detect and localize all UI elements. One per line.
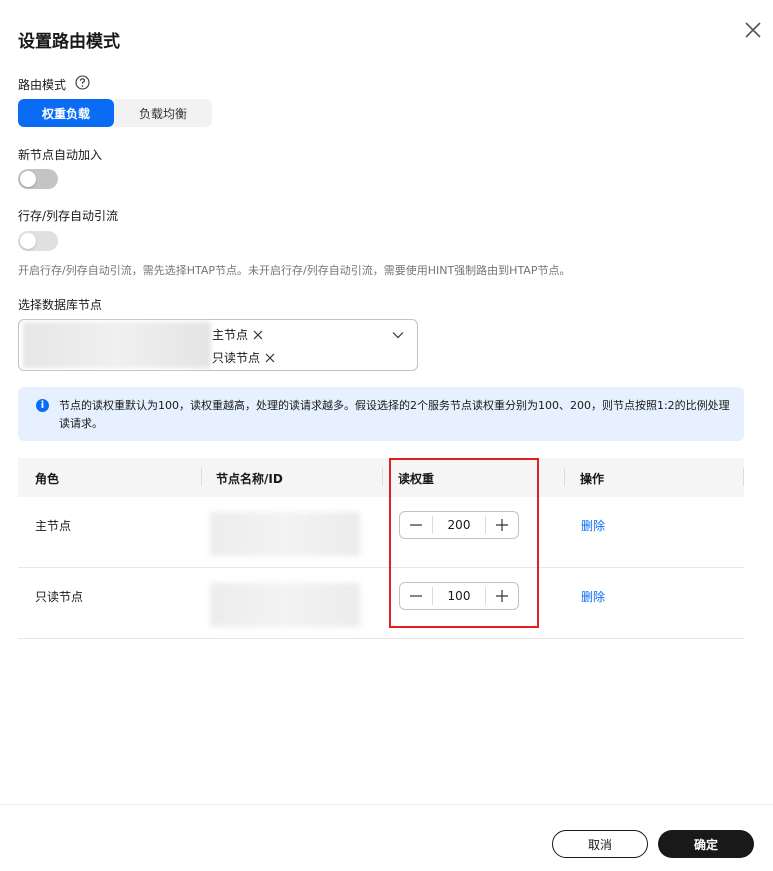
header-role: 角色 <box>35 472 60 486</box>
column-divider <box>201 468 202 486</box>
minus-icon <box>410 595 422 597</box>
increment-button[interactable] <box>486 583 518 609</box>
redacted-node-id <box>210 583 360 627</box>
footer-divider <box>0 804 773 805</box>
info-icon: i <box>36 399 49 412</box>
routing-mode-segmented: 权重负载 负载均衡 <box>18 99 212 127</box>
decrement-button[interactable] <box>400 583 432 609</box>
toggle-knob <box>20 233 36 249</box>
weight-table: 角色 节点名称/ID 读权重 操作 主节点 200 删除 只读节点 100 删除 <box>18 458 744 639</box>
htap-hint: 开启行存/列存自动引流，需先选择HTAP节点。未开启行存/列存自动引流，需要使用… <box>18 264 571 277</box>
column-divider <box>382 468 383 486</box>
plus-icon <box>496 519 508 531</box>
header-node-name: 节点名称/ID <box>216 472 283 486</box>
info-banner: i 节点的读权重默认为100，读权重越高，处理的读请求越多。假设选择的2个服务节… <box>18 387 744 441</box>
routing-mode-label: 路由模式 <box>18 78 67 92</box>
remove-tag-icon[interactable] <box>264 352 276 364</box>
weight-stepper: 200 <box>399 511 519 539</box>
mode-balanced-button[interactable]: 负载均衡 <box>114 99 212 127</box>
tag-label: 只读节点 <box>212 351 261 365</box>
weight-input[interactable]: 200 <box>432 516 486 534</box>
info-text: 节点的读权重默认为100，读权重越高，处理的读请求越多。假设选择的2个服务节点读… <box>59 399 730 430</box>
column-divider <box>564 468 565 486</box>
close-icon[interactable] <box>742 19 764 41</box>
cancel-button[interactable]: 取消 <box>552 830 648 858</box>
row-role: 只读节点 <box>35 590 84 604</box>
weight-stepper: 100 <box>399 582 519 610</box>
help-icon[interactable] <box>75 75 90 90</box>
tag-primary-node: 主节点 <box>212 326 264 343</box>
confirm-button[interactable]: 确定 <box>658 830 754 858</box>
column-divider <box>743 468 744 486</box>
dialog-title: 设置路由模式 <box>18 32 120 52</box>
increment-button[interactable] <box>486 512 518 538</box>
htap-routing-toggle[interactable] <box>18 231 58 251</box>
table-row: 主节点 200 删除 <box>18 497 744 568</box>
node-multiselect[interactable]: 主节点 只读节点 <box>18 319 418 371</box>
delete-link[interactable]: 删除 <box>581 588 605 605</box>
row-role: 主节点 <box>35 519 72 533</box>
auto-join-toggle[interactable] <box>18 169 58 189</box>
redacted-node-names <box>23 322 211 368</box>
header-action: 操作 <box>580 472 605 486</box>
table-header: 角色 节点名称/ID 读权重 操作 <box>18 458 744 497</box>
tag-label: 主节点 <box>212 328 249 342</box>
mode-weighted-button[interactable]: 权重负载 <box>18 99 114 127</box>
chevron-down-icon[interactable] <box>391 328 405 342</box>
toggle-knob <box>20 171 36 187</box>
delete-link[interactable]: 删除 <box>581 517 605 534</box>
weight-input[interactable]: 100 <box>432 587 486 605</box>
decrement-button[interactable] <box>400 512 432 538</box>
node-select-label: 选择数据库节点 <box>18 298 103 312</box>
tag-readonly-node: 只读节点 <box>212 349 276 366</box>
table-row: 只读节点 100 删除 <box>18 568 744 639</box>
htap-routing-label: 行存/列存自动引流 <box>18 209 119 223</box>
redacted-node-id <box>210 512 360 556</box>
minus-icon <box>410 524 422 526</box>
auto-join-label: 新节点自动加入 <box>18 148 103 162</box>
remove-tag-icon[interactable] <box>252 329 264 341</box>
plus-icon <box>496 590 508 602</box>
header-read-weight: 读权重 <box>398 472 435 486</box>
